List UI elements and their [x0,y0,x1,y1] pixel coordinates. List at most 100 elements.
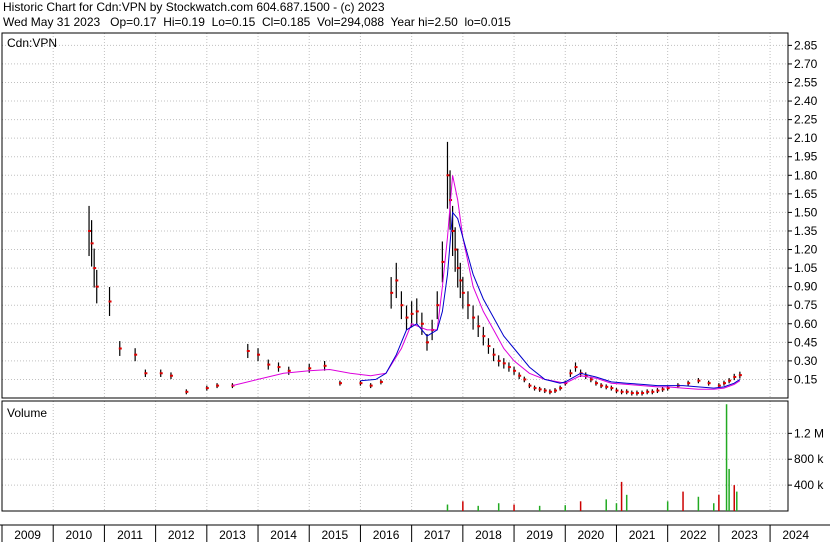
close-mark [93,267,97,270]
year-label: 2024 [782,528,809,542]
close-mark [513,369,517,372]
close-mark [159,372,163,375]
close-mark [446,174,450,177]
price-tick-label: 0.30 [794,354,818,368]
close-mark [533,387,537,390]
close-mark [615,389,619,392]
close-mark [185,390,189,393]
close-mark [338,382,342,385]
price-tick-label: 1.50 [794,205,818,219]
close-mark [661,388,665,391]
close-mark [88,229,92,232]
close-mark [118,347,122,350]
close-mark [569,372,573,375]
close-mark [697,379,701,382]
close-mark [733,375,737,378]
close-mark [108,300,112,303]
close-mark [257,353,261,356]
close-mark [308,367,312,370]
price-panel-label: Cdn:VPN [7,36,57,50]
moving-average-long-line [232,175,741,390]
close-mark [497,359,501,362]
close-mark [738,374,742,377]
close-mark [635,392,639,395]
price-tick-label: 2.25 [794,113,818,127]
price-tick-label: 1.20 [794,243,818,257]
close-mark [528,384,532,387]
year-label: 2021 [629,528,656,542]
volume-tick-label: 1.2 M [794,426,824,440]
close-mark [594,382,598,385]
close-mark [630,392,634,395]
price-tick-label: 2.10 [794,131,818,145]
volume-panel-border [1,400,789,512]
price-volume-chart: 0.15 0.30 0.45 0.60 0.75 0.90 1.05 1.20 1.35 1.50… [0,32,830,542]
volume-grid [2,401,788,511]
year-label: 2011 [117,528,143,542]
price-tick-label: 0.75 [794,298,818,312]
close-mark [656,389,660,392]
year-label: 2022 [680,528,707,542]
price-tick-label: 1.65 [794,187,818,201]
close-mark [390,291,394,294]
close-mark [277,366,281,369]
volume-bars [446,404,738,511]
close-mark [287,369,291,372]
volume-tick-label: 400 k [794,478,824,492]
close-mark [620,390,624,393]
year-label: 2017 [424,528,451,542]
close-mark [518,374,522,377]
close-mark [216,384,220,387]
close-mark [543,389,547,392]
close-mark [600,384,604,387]
close-mark [95,285,99,288]
price-tick-label: 0.15 [794,372,818,386]
moving-average-lines [232,175,741,390]
close-mark [456,267,460,270]
close-mark [379,380,383,383]
year-label: 2012 [168,528,195,542]
close-mark [625,390,629,393]
price-tick-label: 0.90 [794,280,818,294]
year-label: 2010 [65,528,92,542]
close-mark [459,279,463,282]
close-mark [554,389,558,392]
close-mark [134,353,138,356]
price-tick-label: 1.95 [794,150,818,164]
price-tick-label: 2.85 [794,38,818,52]
close-mark [472,316,476,319]
close-mark [487,345,491,348]
price-tick-label: 0.45 [794,335,818,349]
year-label: 2019 [526,528,553,542]
close-mark [323,364,327,367]
close-mark [400,304,404,307]
close-mark [574,366,578,369]
price-tick-label: 1.35 [794,224,818,238]
close-mark [169,374,173,377]
close-mark [492,353,496,356]
close-mark [477,325,481,328]
axes: 0.15 0.30 0.45 0.60 0.75 0.90 1.05 1.20 1.35 1.50… [1,38,824,542]
year-label: 2018 [475,528,502,542]
year-label: 2020 [578,528,605,542]
close-mark [441,260,445,263]
price-tick-label: 2.55 [794,75,818,89]
close-mark [605,385,609,388]
close-mark [144,372,148,375]
close-mark [205,387,209,390]
close-mark [717,384,721,387]
close-mark [646,390,650,393]
close-mark [405,316,409,319]
close-mark [410,312,414,315]
close-mark [589,378,593,381]
year-label: 2015 [321,528,348,542]
close-mark [420,322,424,325]
close-mark [538,388,542,391]
close-mark [610,387,614,390]
price-tick-label: 2.40 [794,94,818,108]
close-mark [454,248,458,251]
close-mark [246,349,250,352]
close-mark [267,363,271,366]
close-mark [559,387,563,390]
price-marks [88,141,742,396]
